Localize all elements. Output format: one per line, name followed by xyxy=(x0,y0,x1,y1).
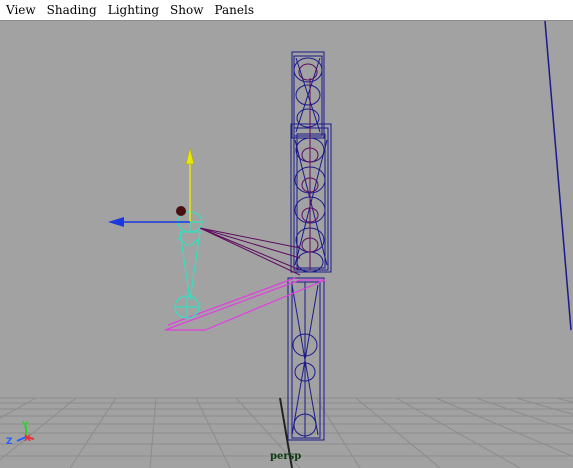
pivot-point xyxy=(176,206,186,216)
selected-joint-chain[interactable] xyxy=(174,211,203,319)
perspective-viewport[interactable]: Y Z X persp xyxy=(0,21,573,468)
menu-shading[interactable]: Shading xyxy=(47,3,97,17)
axis-x-label: X xyxy=(24,434,31,444)
panel-menubar: View Shading Lighting Show Panels xyxy=(0,0,573,21)
highlighted-plane[interactable] xyxy=(164,277,326,331)
axis-y-label: Y xyxy=(21,421,29,431)
menu-lighting[interactable]: Lighting xyxy=(108,3,159,17)
camera-label: persp xyxy=(270,451,302,462)
axis-z-label: Z xyxy=(6,437,13,447)
scene-edge-line xyxy=(544,21,572,331)
move-y-handle xyxy=(185,147,195,165)
menu-view[interactable]: View xyxy=(6,3,36,17)
move-manipulator[interactable] xyxy=(108,147,195,227)
move-x-handle xyxy=(108,217,124,227)
menu-show[interactable]: Show xyxy=(170,3,203,17)
viewport-canvas[interactable]: Y Z X xyxy=(0,21,573,468)
menu-panels[interactable]: Panels xyxy=(214,3,254,17)
